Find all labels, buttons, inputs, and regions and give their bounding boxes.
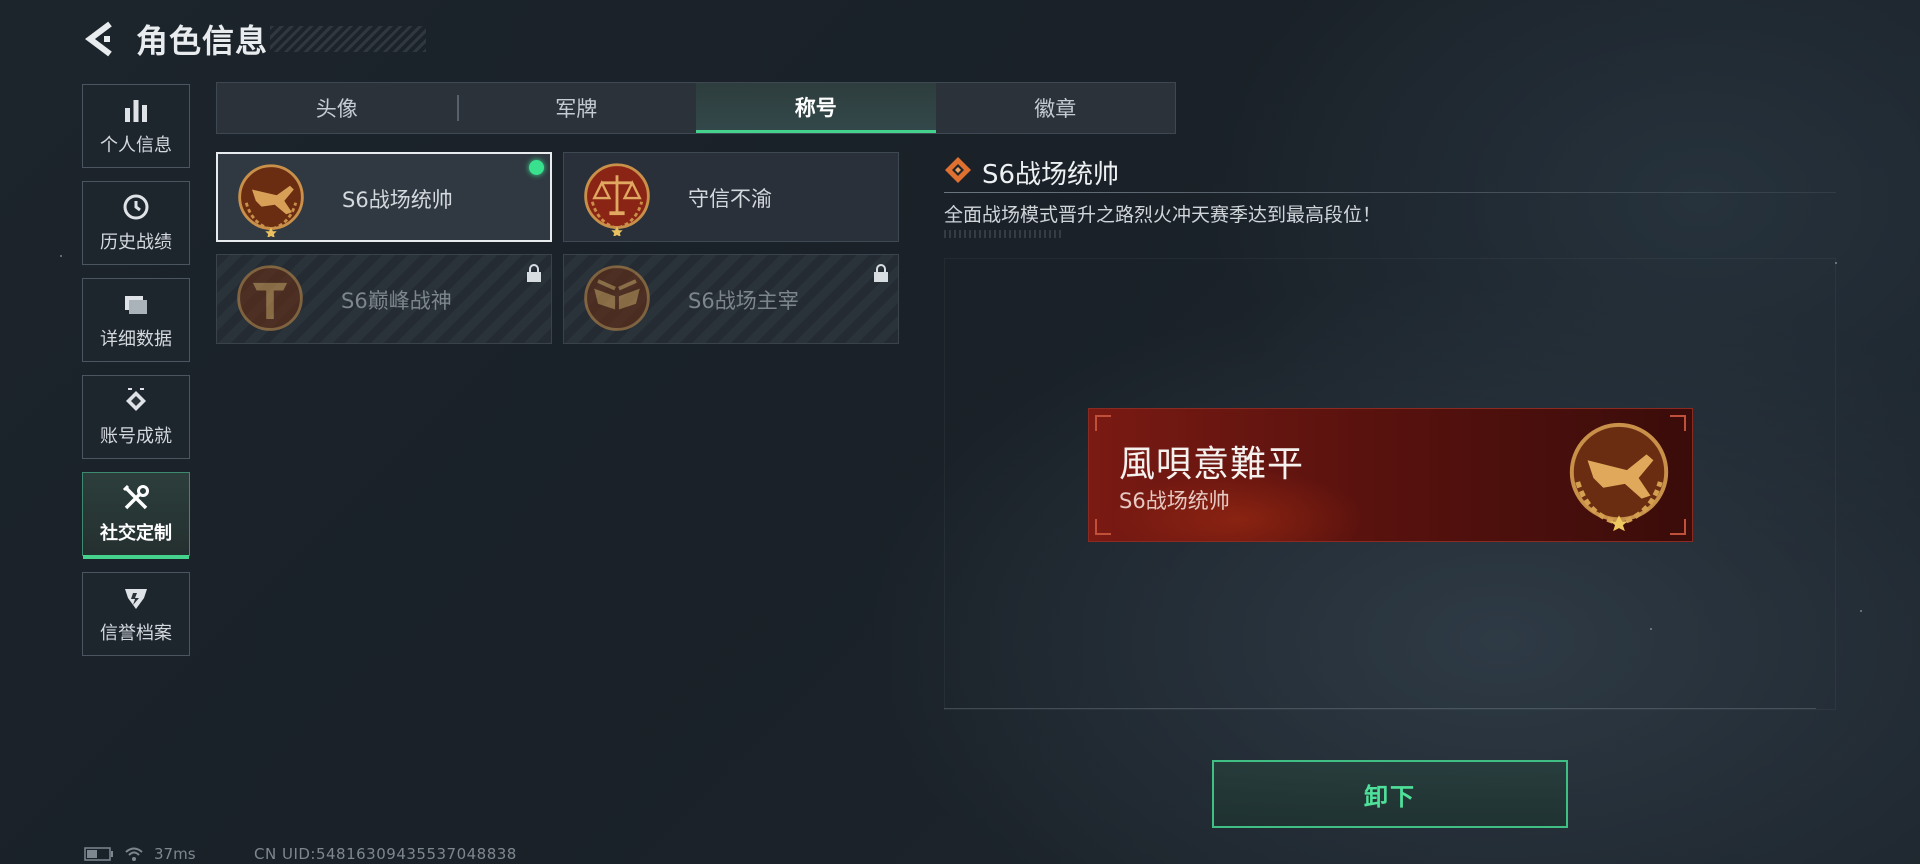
tab-dog-tag[interactable]: 军牌 [456, 83, 697, 133]
sidebar-item-label: 个人信息 [100, 135, 172, 156]
lock-icon [527, 264, 541, 282]
folder-icon [121, 289, 151, 319]
history-icon [121, 192, 151, 222]
player-nickname: 風唄意難平 [1119, 444, 1305, 485]
tools-icon [121, 483, 151, 513]
title-card-name: S6战场主宰 [688, 289, 799, 313]
unequip-button[interactable]: 卸下 [1212, 760, 1568, 828]
title-decoration [270, 26, 426, 52]
background-glint [1835, 262, 1837, 264]
title-card-name: S6巅峰战神 [341, 289, 452, 313]
title-card[interactable]: S6战场主宰 [563, 254, 899, 344]
category-tabs: 头像 军牌 称号 徽章 [216, 82, 1176, 134]
sidebar-item-detailed-data[interactable]: 详细数据 [82, 278, 190, 362]
wifi-icon [125, 847, 143, 861]
scales-emblem-icon [584, 163, 650, 236]
description-decoration [944, 230, 1064, 238]
sidebar-item-label: 详细数据 [100, 329, 172, 350]
sidebar-item-label: 信誉档案 [100, 623, 172, 644]
jet-emblem-icon [238, 164, 304, 237]
wings-emblem-icon [584, 265, 650, 331]
detail-description: 全面战场模式晋升之路烈火冲天赛季达到最高段位！ [944, 204, 1382, 226]
title-card[interactable]: 守信不渝 [563, 152, 899, 242]
sidebar-item-personal-info[interactable]: 个人信息 [82, 84, 190, 168]
equipped-indicator [529, 160, 544, 175]
title-card-name: 守信不渝 [688, 187, 772, 211]
background-glint [60, 255, 62, 257]
sidebar-item-label: 账号成就 [100, 426, 172, 447]
battery-icon [84, 847, 113, 861]
tab-badge[interactable]: 徽章 [936, 83, 1176, 133]
sidebar-item-label: 历史战绩 [100, 232, 172, 253]
tab-title[interactable]: 称号 [696, 83, 936, 133]
shield-icon [121, 583, 151, 613]
tab-avatar[interactable]: 头像 [217, 83, 457, 133]
ping-value: 37ms [154, 845, 196, 863]
title-card-name: S6战场统帅 [342, 188, 453, 212]
sidebar-item-achievements[interactable]: 账号成就 [82, 375, 190, 459]
plate-corner [1095, 415, 1111, 431]
title-card[interactable]: S6战场统帅 [216, 152, 552, 242]
detail-title: S6战场统帅 [982, 160, 1120, 190]
title-card[interactable]: S6巅峰战神 [216, 254, 552, 344]
background-glint [1860, 610, 1862, 612]
sidebar-item-history[interactable]: 历史战绩 [82, 181, 190, 265]
page-title: 角色信息 [136, 22, 269, 60]
user-uid: CN UID:5481630943553704883​8 [254, 845, 517, 863]
lock-icon [874, 264, 888, 282]
sidebar-item-label: 社交定制 [100, 523, 172, 544]
sidebar-item-credit-record[interactable]: 信誉档案 [82, 572, 190, 656]
jet-emblem-icon [1569, 422, 1669, 532]
diamond-icon [945, 157, 971, 183]
background-glint [1650, 628, 1652, 630]
sidebar-item-social-custom[interactable]: 社交定制 [82, 472, 190, 559]
status-bar: 37ms [84, 845, 196, 863]
plate-corner [1095, 519, 1111, 535]
bar-chart-icon [121, 95, 151, 125]
player-title: S6战场统帅 [1119, 489, 1230, 513]
nameplate-preview: 風唄意難平 S6战场统帅 [1088, 408, 1693, 542]
achievement-icon [121, 386, 151, 416]
divider [944, 192, 1836, 193]
back-arrow-icon[interactable] [80, 18, 122, 60]
divider [944, 708, 1816, 709]
t-emblem-icon [237, 265, 303, 331]
